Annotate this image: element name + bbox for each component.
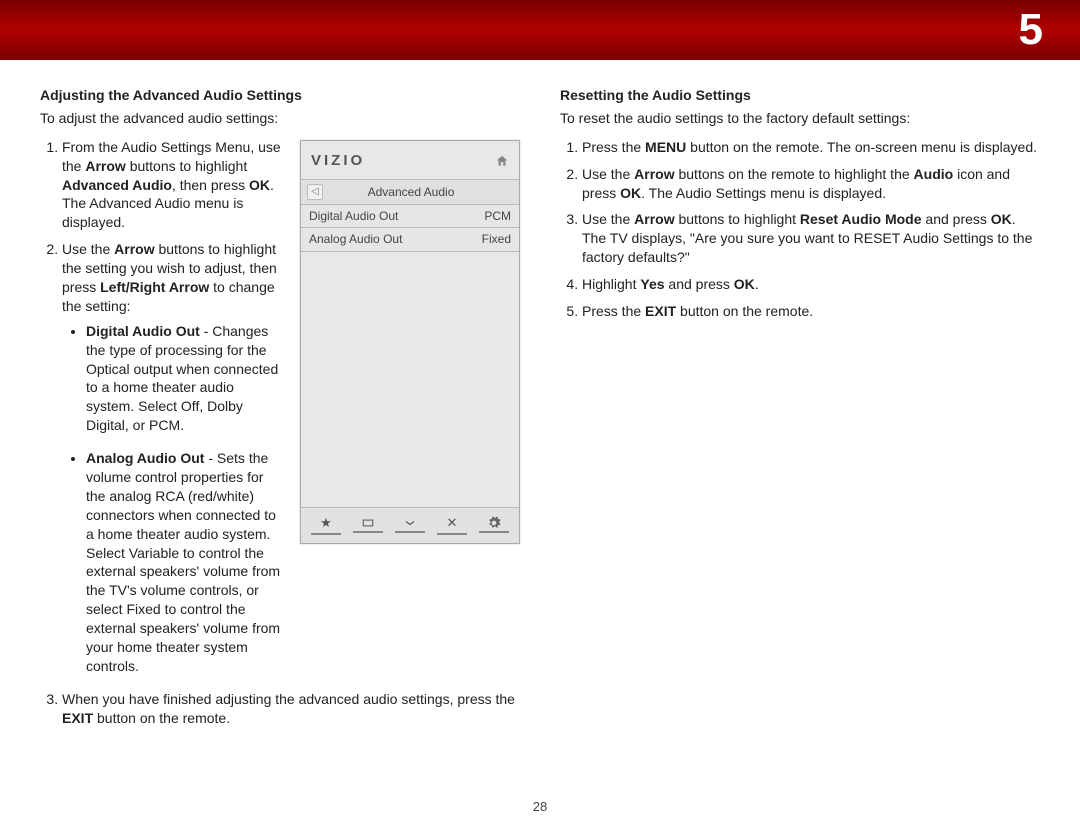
gear-icon (479, 516, 509, 533)
left-content-wrap: From the Audio Settings Menu, use the Ar… (40, 138, 520, 690)
osd-title: Advanced Audio (333, 184, 513, 200)
chevron-down-icon (395, 516, 425, 533)
rect-icon (353, 516, 383, 533)
right-section-title: Resetting the Audio Settings (560, 86, 1040, 105)
left-bullet-2: Analog Audio Out - Sets the volume contr… (86, 449, 284, 676)
osd-row-1-label: Digital Audio Out (309, 208, 484, 224)
osd-spacer (301, 252, 519, 508)
back-icon: ◁ (307, 184, 323, 200)
osd-logo: VIZIO (311, 151, 495, 171)
osd-row-1: Digital Audio Out PCM (301, 205, 519, 228)
osd-row-2-label: Analog Audio Out (309, 231, 482, 247)
left-text: From the Audio Settings Menu, use the Ar… (40, 138, 284, 690)
page-body: Adjusting the Advanced Audio Settings To… (0, 60, 1080, 746)
left-column: Adjusting the Advanced Audio Settings To… (40, 86, 520, 736)
osd-row-1-value: PCM (484, 208, 511, 224)
left-steps-cont: When you have finished adjusting the adv… (40, 690, 520, 728)
osd-row-2: Analog Audio Out Fixed (301, 228, 519, 251)
left-bullet-1: Digital Audio Out - Changes the type of … (86, 322, 284, 435)
left-section-title: Adjusting the Advanced Audio Settings (40, 86, 520, 105)
osd-title-row: ◁ Advanced Audio (301, 179, 519, 205)
right-step-5: Press the EXIT button on the remote. (582, 302, 1040, 321)
right-lead: To reset the audio settings to the facto… (560, 109, 1040, 128)
osd-header: VIZIO (301, 141, 519, 179)
right-step-1: Press the MENU button on the remote. The… (582, 138, 1040, 157)
right-step-3: Use the Arrow buttons to highlight Reset… (582, 210, 1040, 267)
left-bullets: Digital Audio Out - Changes the type of … (62, 322, 284, 676)
chapter-number: 5 (1019, 0, 1080, 59)
left-step-2: Use the Arrow buttons to highlight the s… (62, 240, 284, 676)
header-band: 5 (0, 0, 1080, 60)
close-icon: ✕ (437, 514, 467, 535)
right-column: Resetting the Audio Settings To reset th… (560, 86, 1040, 736)
left-steps: From the Audio Settings Menu, use the Ar… (40, 138, 284, 676)
left-lead: To adjust the advanced audio settings: (40, 109, 520, 128)
left-step-1: From the Audio Settings Menu, use the Ar… (62, 138, 284, 232)
right-steps: Press the MENU button on the remote. The… (560, 138, 1040, 321)
osd-footer: ★ ✕ (301, 507, 519, 543)
right-step-4: Highlight Yes and press OK. (582, 275, 1040, 294)
osd-panel: VIZIO ◁ Advanced Audio Digital Audio Out… (300, 140, 520, 544)
left-step-3: When you have finished adjusting the adv… (62, 690, 520, 728)
home-icon (495, 154, 509, 168)
right-step-2: Use the Arrow buttons on the remote to h… (582, 165, 1040, 203)
star-icon: ★ (311, 514, 341, 535)
page-number: 28 (0, 798, 1080, 816)
osd-row-2-value: Fixed (482, 231, 511, 247)
